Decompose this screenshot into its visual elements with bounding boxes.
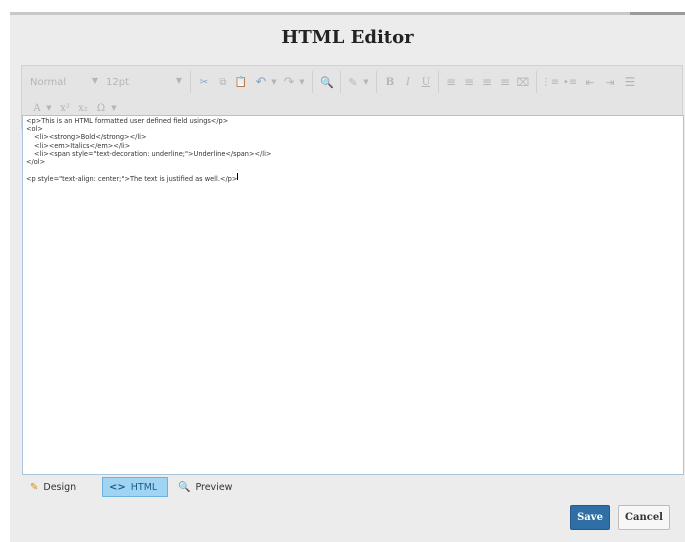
code-line: <li><span style="text-decoration: underl… [34, 149, 272, 158]
magnifier-icon: 🔍 [178, 481, 191, 493]
chevron-down-icon[interactable]: ▼ [361, 71, 371, 93]
numbered-list-icon[interactable]: ⋮≡ [541, 71, 559, 93]
chevron-down-icon: ▼ [175, 76, 182, 85]
code-line: </ol> [26, 158, 46, 167]
tab-label: Design [43, 481, 77, 493]
toolbar-separator [312, 71, 313, 93]
italic-icon[interactable]: I [400, 71, 416, 93]
code-icon: <> [109, 481, 126, 493]
toolbar-separator [438, 71, 439, 93]
chevron-down-icon: ▼ [91, 76, 98, 85]
html-source-editor[interactable]: <p>This is an HTML formatted user define… [22, 115, 684, 475]
toolbar-separator [536, 71, 537, 93]
bold-icon[interactable]: B [382, 71, 398, 93]
justify-icon[interactable]: ≡ [497, 71, 513, 93]
tab-preview[interactable]: 🔍 Preview [172, 477, 242, 497]
code-line: <li><strong>Bold</strong></li> [34, 133, 147, 142]
bullet-list-icon[interactable]: •≡ [561, 71, 579, 93]
underline-icon[interactable]: U [418, 71, 434, 93]
highlight-icon[interactable]: ✎ [345, 71, 361, 93]
horizontal-rule-icon[interactable]: ☰ [621, 71, 639, 93]
undo-icon[interactable]: ↶ [253, 71, 269, 93]
code-line-with-caret: <p style="text-align: center;">The text … [26, 166, 680, 185]
toolbar-separator [376, 71, 377, 93]
code-line: <ol> [26, 125, 43, 134]
tab-label: Preview [195, 481, 233, 493]
pencil-icon: ✎ [30, 481, 39, 493]
find-icon[interactable]: 🔍 [319, 71, 335, 93]
editor-mode-tabs: ✎ Design <> HTML 🔍 Preview [22, 477, 684, 499]
dialog-title: HTML Editor [281, 27, 414, 48]
toolbar-separator [190, 71, 191, 93]
align-right-icon[interactable]: ≡ [479, 71, 495, 93]
format-dropdown[interactable]: Normal ▼ [30, 71, 102, 93]
clear-format-icon[interactable]: ⌧ [515, 71, 531, 93]
code-line: <p style="text-align: center;">The text … [26, 175, 238, 184]
tab-label: HTML [130, 481, 158, 493]
align-left-icon[interactable]: ≡ [443, 71, 459, 93]
format-dropdown-value: Normal [30, 76, 67, 88]
html-editor-dialog: HTML Editor Normal ▼ 12pt ▼ ✂ ⧉ 📋 ↶ ▼ ↷ … [10, 15, 685, 542]
font-size-dropdown-value: 12pt [106, 76, 129, 88]
code-line: <p>This is an HTML formatted user define… [26, 117, 229, 125]
cancel-button[interactable]: Cancel [618, 505, 670, 530]
cut-icon[interactable]: ✂ [196, 71, 212, 93]
chevron-down-icon[interactable]: ▼ [269, 71, 279, 93]
font-size-dropdown[interactable]: 12pt ▼ [106, 71, 186, 93]
tab-html[interactable]: <> HTML [102, 477, 168, 497]
save-button[interactable]: Save [570, 505, 610, 530]
text-caret [237, 173, 239, 181]
chevron-down-icon[interactable]: ▼ [297, 71, 307, 93]
copy-icon[interactable]: ⧉ [215, 71, 231, 93]
toolbar-separator [340, 71, 341, 93]
tab-design[interactable]: ✎ Design [24, 477, 86, 497]
indent-icon[interactable]: ⇥ [601, 71, 619, 93]
align-center-icon[interactable]: ≡ [461, 71, 477, 93]
redo-icon[interactable]: ↷ [281, 71, 297, 93]
code-line: <li><em>Italics</em></li> [34, 141, 131, 150]
paste-icon[interactable]: 📋 [233, 71, 249, 93]
outdent-icon[interactable]: ⇤ [581, 71, 599, 93]
